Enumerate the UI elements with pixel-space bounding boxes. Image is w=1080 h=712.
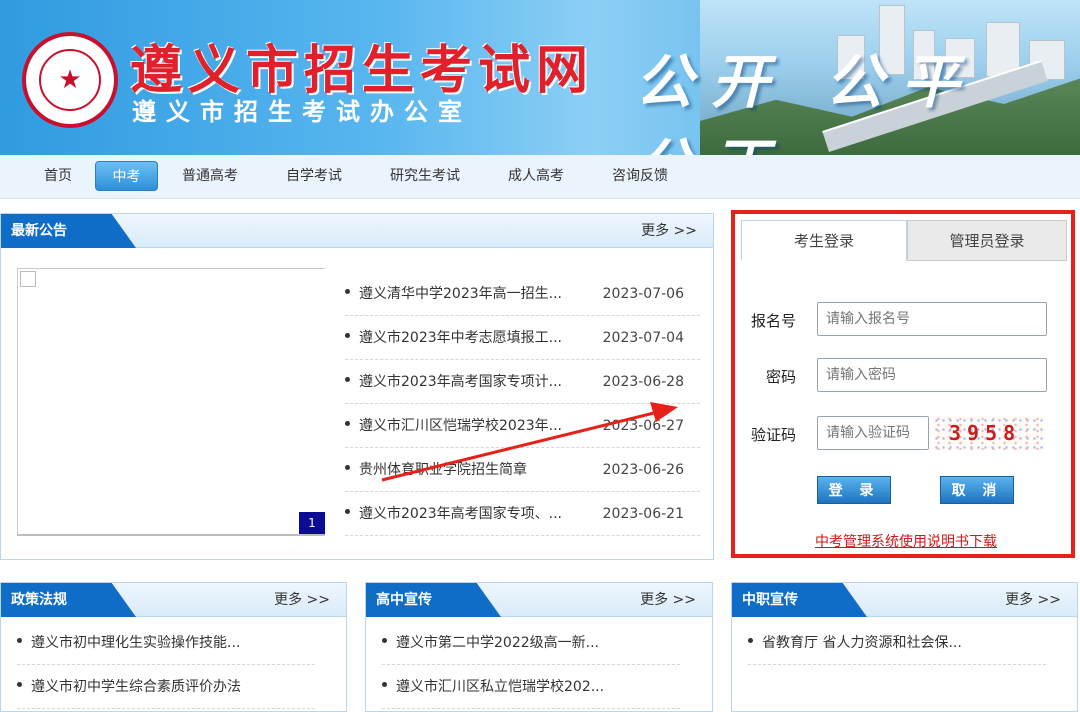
nav-graduate-exam[interactable]: 研究生考试 [378, 161, 472, 191]
password-label: 密码 [766, 368, 797, 386]
list-item[interactable]: 遵义市第二中学2022级高一新... [382, 621, 680, 665]
tab-admin-login[interactable]: 管理员登录 [907, 220, 1067, 261]
nav-feedback[interactable]: 咨询反馈 [600, 161, 680, 191]
main-nav: 首页 中考 普通高考 自学考试 研究生考试 成人高考 咨询反馈 [0, 155, 1080, 199]
list-item[interactable]: 遵义市初中理化生实验操作技能... [17, 621, 315, 665]
vocational-more-link[interactable]: 更多 >> [1005, 583, 1061, 617]
captcha-image[interactable]: 3958 [933, 416, 1045, 450]
vocational-heading: 中职宣传 [732, 583, 867, 617]
list-item[interactable]: 遵义市初中学生综合素质评价办法 [17, 665, 315, 709]
list-item[interactable]: 省教育厅 省人力资源和社会保... [748, 621, 1046, 665]
list-item[interactable]: 遵义市汇川区恺瑞学校2023年... 2023-06-27 [345, 404, 700, 448]
list-item[interactable]: 遵义市汇川区私立恺瑞学校202... [382, 665, 680, 709]
nav-home[interactable]: 首页 [28, 161, 88, 191]
banner-slogan: 公开 公平 公正 [635, 48, 978, 155]
captcha-label: 验证码 [751, 426, 797, 444]
announcements-heading: 最新公告 [1, 214, 136, 248]
highschool-more-link[interactable]: 更多 >> [640, 583, 696, 617]
broken-image-icon [20, 271, 36, 287]
reg-number-label: 报名号 [751, 312, 797, 330]
password-input[interactable] [817, 358, 1047, 392]
nav-zhongkao[interactable]: 中考 [95, 161, 158, 191]
cancel-button[interactable]: 取 消 [940, 476, 1014, 504]
manual-download-link[interactable]: 中考管理系统使用说明书下载 [815, 531, 997, 551]
announcement-slideshow[interactable]: 1 [17, 268, 325, 536]
login-panel: 考生登录 管理员登录 报名号 密码 验证码 3958 登 录 取 消 中考管理系… [731, 210, 1075, 558]
nav-self-study-exam[interactable]: 自学考试 [272, 161, 356, 191]
tab-student-login[interactable]: 考生登录 [741, 220, 907, 261]
logo-seal: ★ [22, 32, 118, 128]
login-button[interactable]: 登 录 [817, 476, 891, 504]
policy-more-link[interactable]: 更多 >> [274, 583, 330, 617]
highschool-heading: 高中宣传 [366, 583, 501, 617]
vocational-panel: 中职宣传 更多 >> 省教育厅 省人力资源和社会保... [731, 582, 1078, 712]
nav-adult-exam[interactable]: 成人高考 [494, 161, 578, 191]
list-item[interactable]: 遵义市2023年高考国家专项计... 2023-06-28 [345, 360, 700, 404]
logo-emblem-icon: ★ [39, 49, 101, 111]
slideshow-page-1[interactable]: 1 [299, 512, 325, 534]
announcements-more-link[interactable]: 更多 >> [641, 214, 697, 248]
list-item[interactable]: 遵义清华中学2023年高一招生... 2023-07-06 [345, 272, 700, 316]
reg-number-input[interactable] [817, 302, 1047, 336]
list-item[interactable]: 遵义市2023年高考国家专项、... 2023-06-21 [345, 492, 700, 536]
nav-gaokao[interactable]: 普通高考 [170, 161, 250, 191]
header-banner: ★ 遵义市招生考试网 遵义市招生考试办公室 公开 公平 公正 [0, 0, 1080, 155]
list-item[interactable]: 贵州体育职业学院招生简章 2023-06-26 [345, 448, 700, 492]
highschool-panel: 高中宣传 更多 >> 遵义市第二中学2022级高一新... 遵义市汇川区私立恺瑞… [365, 582, 713, 712]
captcha-input[interactable] [817, 416, 929, 450]
list-item[interactable]: 遵义市2023年中考志愿填报工... 2023-07-04 [345, 316, 700, 360]
policy-panel: 政策法规 更多 >> 遵义市初中理化生实验操作技能... 遵义市初中学生综合素质… [0, 582, 347, 712]
policy-heading: 政策法规 [1, 583, 136, 617]
site-subtitle: 遵义市招生考试办公室 [132, 97, 472, 126]
